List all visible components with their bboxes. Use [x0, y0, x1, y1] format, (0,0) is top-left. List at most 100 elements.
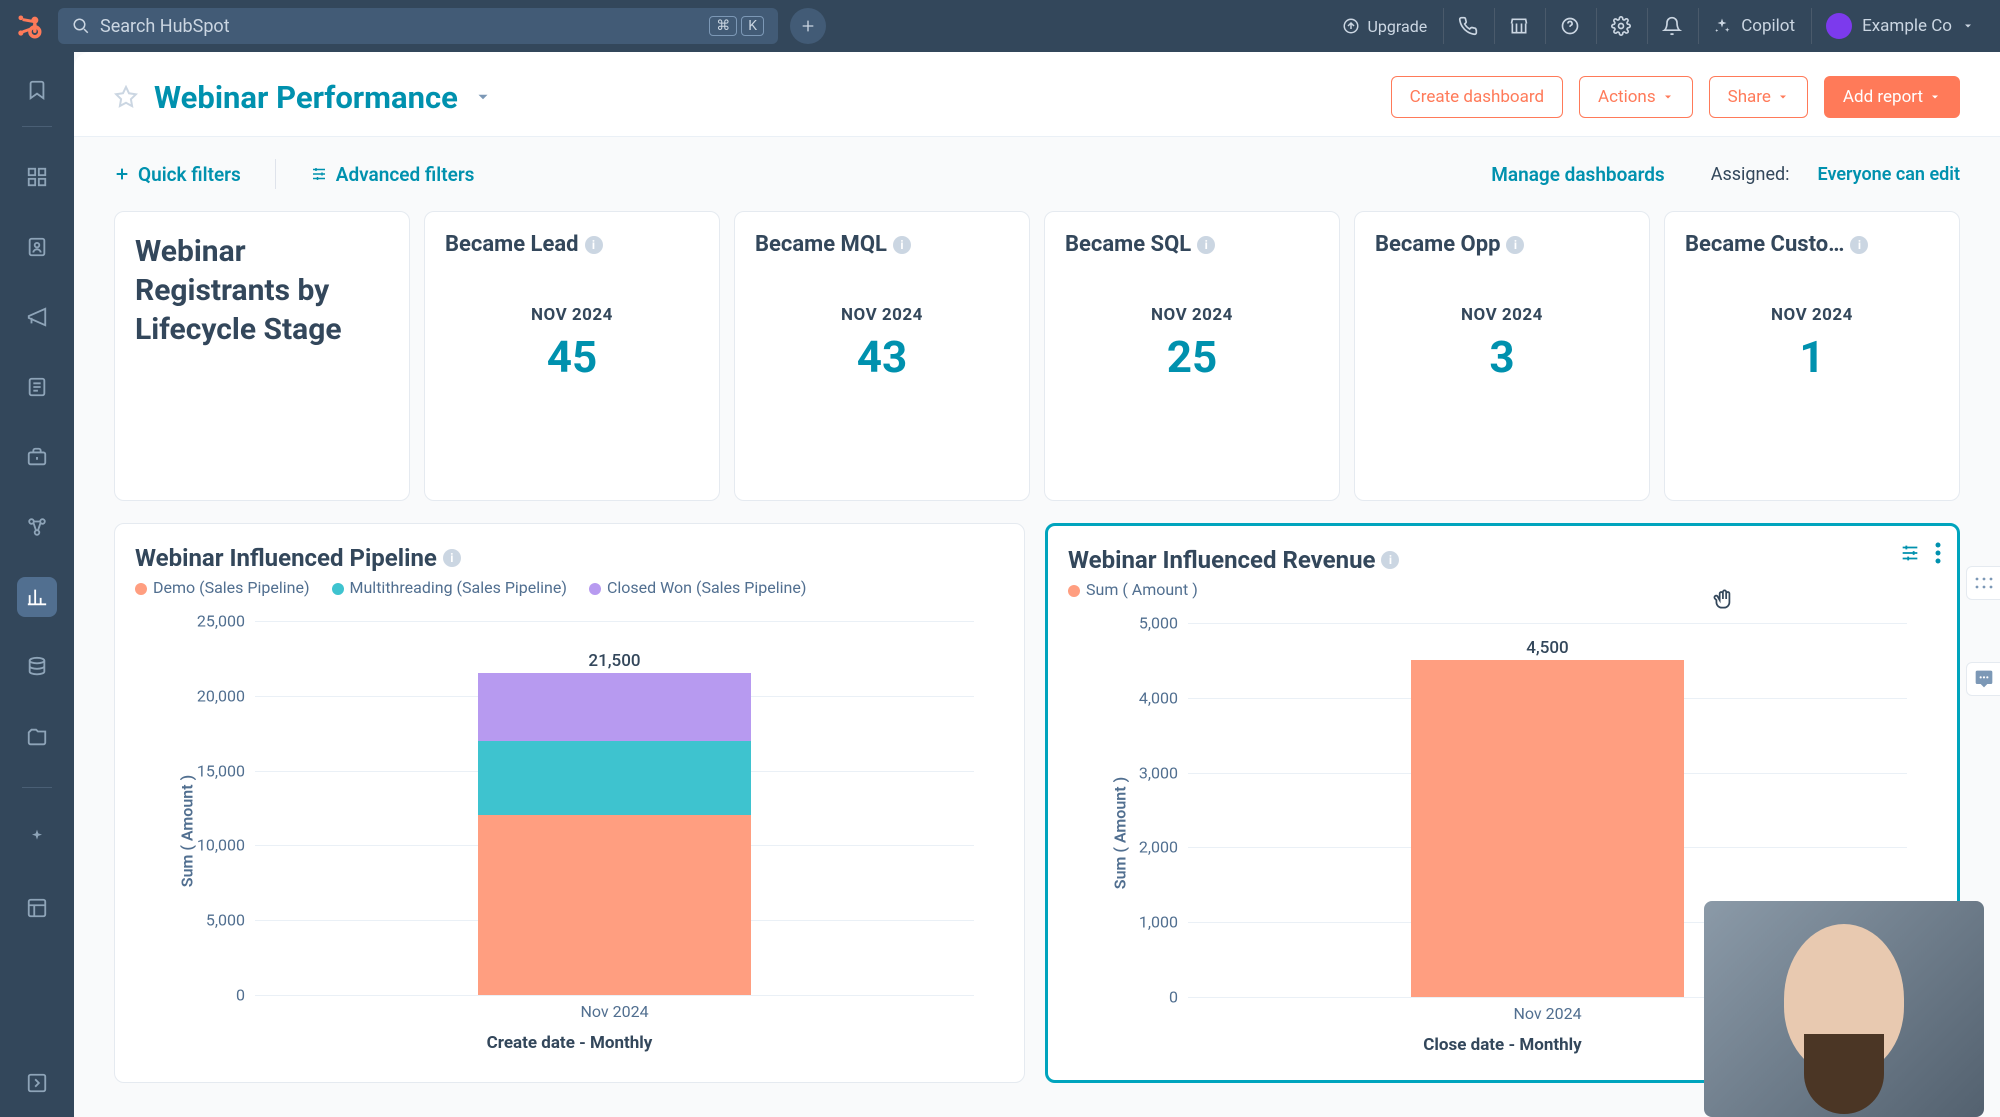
- nav-workspaces[interactable]: [17, 157, 57, 197]
- nav-ai[interactable]: [17, 818, 57, 858]
- add-report-button[interactable]: Add report: [1824, 76, 1960, 118]
- nav-library[interactable]: [17, 717, 57, 757]
- kpi-period: NOV 2024: [1045, 305, 1339, 325]
- legend-item[interactable]: Demo (Sales Pipeline): [135, 578, 310, 597]
- assigned-label: Assigned:: [1711, 164, 1790, 185]
- kpi-value: 43: [735, 331, 1029, 383]
- kpi-value: 3: [1355, 331, 1649, 383]
- search-shortcut: ⌘K: [709, 16, 764, 36]
- calls-icon[interactable]: [1443, 8, 1492, 44]
- info-icon[interactable]: i: [1197, 236, 1215, 254]
- kpi-card-opp[interactable]: Became Oppi NOV 20243: [1354, 211, 1650, 501]
- kpi-value: 1: [1665, 331, 1959, 383]
- divider: [275, 159, 276, 189]
- info-icon[interactable]: i: [1381, 551, 1399, 569]
- sliders-icon: [310, 165, 328, 183]
- filter-bar: Quick filters Advanced filters Manage da…: [74, 137, 2000, 211]
- x-axis-label: Create date - Monthly: [487, 1033, 653, 1053]
- actions-button[interactable]: Actions: [1579, 76, 1693, 118]
- chevron-down-icon: [1929, 91, 1941, 103]
- nav-bookmarks[interactable]: [17, 70, 57, 110]
- presenter-webcam: [1704, 901, 1984, 1117]
- legend-item[interactable]: Sum ( Amount ): [1068, 580, 1198, 599]
- card-header-title: Webinar Registrants by Lifecycle Stage: [135, 232, 389, 349]
- nav-contacts[interactable]: [17, 227, 57, 267]
- create-dashboard-button[interactable]: Create dashboard: [1391, 76, 1563, 118]
- kpi-value: 25: [1045, 331, 1339, 383]
- page-header: Webinar Performance Create dashboard Act…: [74, 52, 2000, 137]
- info-icon[interactable]: i: [1506, 236, 1524, 254]
- kpi-card-sql[interactable]: Became SQLi NOV 202425: [1044, 211, 1340, 501]
- kpi-card-customer[interactable]: Became Custo… i NOV 2024 1: [1664, 211, 1960, 501]
- kpi-title: Became Lead: [445, 232, 579, 257]
- dashboard-switcher[interactable]: [474, 88, 492, 106]
- chart-title-text: Webinar Influenced Pipeline: [135, 544, 437, 572]
- global-search[interactable]: ⌘K: [58, 8, 778, 44]
- help-icon[interactable]: [1545, 8, 1594, 44]
- account-label: Example Co: [1862, 16, 1952, 36]
- info-icon[interactable]: i: [585, 236, 603, 254]
- nav-commerce[interactable]: [17, 437, 57, 477]
- search-icon: [72, 17, 90, 35]
- chevron-down-icon: [1662, 91, 1674, 103]
- plus-icon: [114, 166, 130, 182]
- chevron-down-icon: [474, 88, 492, 106]
- favorite-star-icon[interactable]: [114, 85, 138, 109]
- create-button[interactable]: [790, 8, 826, 44]
- chart-more-icon[interactable]: [1935, 542, 1941, 564]
- kpi-card-mql[interactable]: Became MQL i NOV 2024 43: [734, 211, 1030, 501]
- nav-templates[interactable]: [17, 888, 57, 928]
- share-button[interactable]: Share: [1709, 76, 1808, 118]
- search-input[interactable]: [100, 16, 699, 37]
- chevron-down-icon: [1777, 91, 1789, 103]
- side-chat-button[interactable]: [1966, 662, 2000, 696]
- chart-legend: Demo (Sales Pipeline) Multithreading (Sa…: [135, 578, 1004, 597]
- info-icon[interactable]: i: [443, 549, 461, 567]
- kpi-card-lead[interactable]: Became Lead i NOV 2024 45: [424, 211, 720, 501]
- advanced-filters-button[interactable]: Advanced filters: [310, 163, 475, 186]
- kpi-period: NOV 2024: [425, 305, 719, 325]
- hubspot-logo[interactable]: [12, 9, 46, 43]
- assigned-value[interactable]: Everyone can edit: [1818, 164, 1960, 185]
- card-header[interactable]: Webinar Registrants by Lifecycle Stage: [114, 211, 410, 501]
- copilot-button[interactable]: Copilot: [1698, 8, 1809, 44]
- side-drag-handle[interactable]: [1966, 566, 2000, 600]
- notifications-icon[interactable]: [1647, 8, 1696, 44]
- topnav-right: Upgrade Copilot Example Co: [1342, 8, 1988, 44]
- kpi-title: Became Custo…: [1685, 232, 1844, 257]
- nav-data[interactable]: [17, 647, 57, 687]
- upgrade-icon: [1342, 17, 1360, 35]
- chart-legend: Sum ( Amount ): [1068, 580, 1937, 599]
- account-menu[interactable]: Example Co: [1811, 8, 1988, 44]
- settings-icon[interactable]: [1596, 8, 1645, 44]
- chart-tools: [1899, 542, 1941, 564]
- legend-item[interactable]: Multithreading (Sales Pipeline): [332, 578, 567, 597]
- info-icon[interactable]: i: [893, 236, 911, 254]
- upgrade-link[interactable]: Upgrade: [1342, 17, 1442, 36]
- copilot-label: Copilot: [1741, 16, 1795, 36]
- legend-item[interactable]: Closed Won (Sales Pipeline): [589, 578, 806, 597]
- nav-reporting[interactable]: [17, 577, 57, 617]
- kpi-value: 45: [425, 331, 719, 383]
- top-nav: ⌘K Upgrade Copilot Example Co: [0, 0, 2000, 52]
- chart-body: Sum ( Amount ) 05,00010,00015,00020,0002…: [135, 611, 1004, 1051]
- nav-collapse[interactable]: [17, 1063, 57, 1103]
- kpi-title: Became Opp: [1375, 232, 1500, 257]
- nav-marketing[interactable]: [17, 297, 57, 337]
- chart-filter-icon[interactable]: [1899, 542, 1921, 564]
- chart-pipeline[interactable]: Webinar Influenced Pipeline i Demo (Sales…: [114, 523, 1025, 1083]
- left-nav-rail: [0, 52, 74, 1117]
- kpi-period: NOV 2024: [1665, 305, 1959, 325]
- nav-content[interactable]: [17, 367, 57, 407]
- nav-automation[interactable]: [17, 507, 57, 547]
- kpi-title: Became MQL: [755, 232, 887, 257]
- x-axis-label: Close date - Monthly: [1423, 1035, 1581, 1055]
- chart-title-text: Webinar Influenced Revenue: [1068, 546, 1375, 574]
- quick-filters-button[interactable]: Quick filters: [114, 163, 241, 186]
- upgrade-label: Upgrade: [1368, 17, 1428, 36]
- y-axis-label: Sum ( Amount ): [1111, 777, 1130, 889]
- manage-dashboards-link[interactable]: Manage dashboards: [1491, 163, 1664, 186]
- kpi-period: NOV 2024: [735, 305, 1029, 325]
- marketplace-icon[interactable]: [1494, 8, 1543, 44]
- info-icon[interactable]: i: [1850, 236, 1868, 254]
